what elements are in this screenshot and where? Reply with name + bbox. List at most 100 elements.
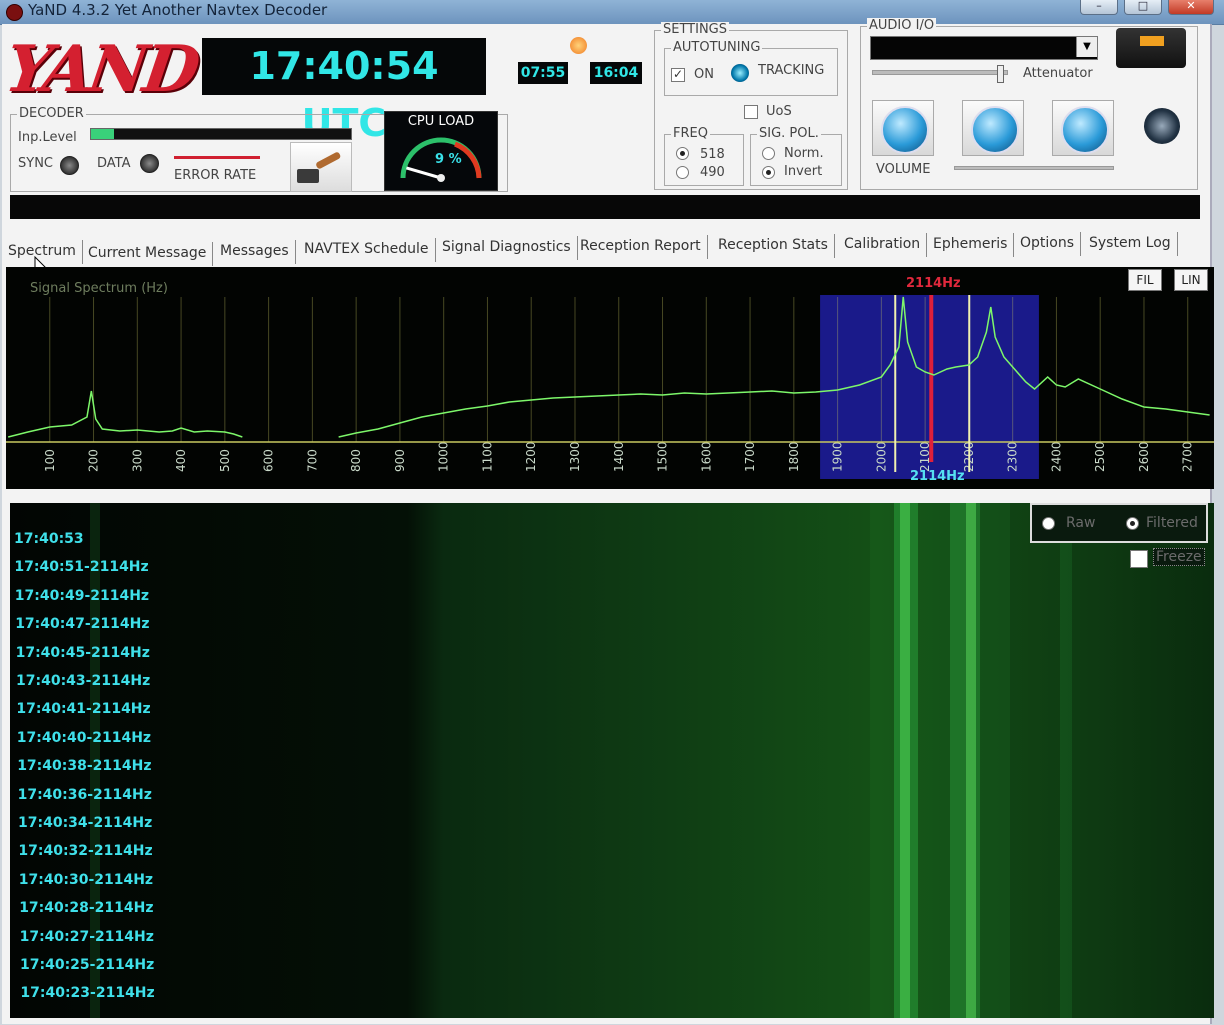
tab-navtex-schedule[interactable]: NAVTEX Schedule xyxy=(304,238,436,262)
waterfall-timestamp: 17:40:34-2114Hz xyxy=(18,815,153,831)
tick-label: 1600 xyxy=(699,441,713,472)
tick-label: 200 xyxy=(87,449,101,472)
freq-490-radio[interactable] xyxy=(676,166,689,179)
raw-radio[interactable] xyxy=(1042,517,1055,530)
sync-led-icon xyxy=(60,156,79,175)
tick-label: 500 xyxy=(218,449,232,472)
cpu-load-gauge: CPU LOAD 9 % xyxy=(384,111,498,191)
freq-518-label: 518 xyxy=(700,147,725,162)
tick-label: 1700 xyxy=(743,441,757,472)
waterfall-timestamp: 17:40:40-2114Hz xyxy=(16,729,152,746)
spectrum-trace xyxy=(8,390,243,438)
app-logo: YAND xyxy=(0,32,201,107)
waterfall-timestamp: 17:40:25-2114Hz xyxy=(20,957,155,973)
attenuator-slider[interactable] xyxy=(872,65,1008,83)
waterfall-timestamp: 17:40:28-2114Hz xyxy=(19,900,154,917)
tick-label: 600 xyxy=(262,449,276,472)
sig-pol-norm-label: Norm. xyxy=(784,146,824,161)
knob-icon xyxy=(1061,106,1109,154)
raw-label: Raw xyxy=(1066,515,1096,531)
waterfall-timestamp: 17:40:45-2114Hz xyxy=(15,644,150,661)
close-button[interactable]: ✕ xyxy=(1168,0,1214,15)
audio-io-title: AUDIO I/O xyxy=(867,18,937,33)
attenuator-slider-thumb[interactable] xyxy=(996,65,1004,83)
lin-button[interactable]: LIN xyxy=(1174,269,1208,291)
app-icon xyxy=(6,4,23,21)
cpu-load-value: 9 % xyxy=(435,152,462,167)
output-knob-button[interactable] xyxy=(1052,100,1114,156)
spectrum-trace xyxy=(338,296,1210,438)
chevron-down-icon[interactable]: ▼ xyxy=(1076,37,1097,57)
freq-518-radio[interactable] xyxy=(676,147,689,160)
waterfall-display: 17:40:53 17:40:51-2114Hz 17:40:49-2114Hz 17… xyxy=(10,503,1214,1018)
autotuning-title: AUTOTUNING xyxy=(671,40,763,55)
tab-ephemeris[interactable]: Ephemeris xyxy=(933,233,1015,257)
waterfall-timestamp: 17:40:32-2114Hz xyxy=(18,843,153,860)
tick-label: 1100 xyxy=(480,441,494,472)
tick-label: 2700 xyxy=(1181,441,1195,472)
uos-label: UoS xyxy=(766,104,792,119)
volume-mute-button[interactable] xyxy=(872,100,934,156)
audio-device-select[interactable]: ▼ xyxy=(870,36,1098,60)
waterfall-timestamp: 17:40:41-2114Hz xyxy=(16,701,151,718)
volume-label: VOLUME xyxy=(876,162,931,177)
settings-title: SETTINGS xyxy=(661,22,730,37)
spectrum-display: 100 200 300 400 500 600 700 800 900 1000 1100 1200 1… xyxy=(6,267,1214,489)
tick-label: 2300 xyxy=(1006,441,1020,472)
attenuator-label: Attenuator xyxy=(1023,66,1093,81)
tick-label: 1400 xyxy=(612,441,626,472)
sig-pol-norm-radio[interactable] xyxy=(762,147,775,160)
spectrum-title: Signal Spectrum (Hz) xyxy=(30,281,168,296)
reset-button[interactable] xyxy=(290,142,352,192)
input-level-fill xyxy=(91,129,115,139)
waterfall-timestamp: 17:40:36-2114Hz xyxy=(17,786,152,803)
data-led-icon xyxy=(140,154,159,173)
tracking-indicator-icon[interactable] xyxy=(731,64,749,82)
tick-label: 1200 xyxy=(524,441,538,472)
tab-calibration[interactable]: Calibration xyxy=(844,233,928,257)
freeze-label: Freeze xyxy=(1153,548,1205,566)
tracking-label: TRACKING xyxy=(758,63,825,78)
uos-checkbox[interactable] xyxy=(744,105,758,119)
filtered-radio[interactable] xyxy=(1126,517,1139,530)
speaker-icon[interactable] xyxy=(1144,108,1180,144)
waterfall-timestamp: 17:40:30-2114Hz xyxy=(18,871,154,888)
tab-system-log[interactable]: System Log xyxy=(1089,232,1178,256)
fil-button[interactable]: FIL xyxy=(1128,269,1162,291)
tab-options[interactable]: Options xyxy=(1020,232,1082,256)
data-label: DATA xyxy=(97,156,131,171)
autotuning-on-checkbox[interactable]: ✓ xyxy=(671,68,685,82)
waterfall-mode-panel: Raw Filtered xyxy=(1030,503,1208,543)
tick-label: 800 xyxy=(349,449,363,472)
tab-signal-diagnostics[interactable]: Signal Diagnostics xyxy=(442,236,578,260)
tick-label: 1800 xyxy=(787,441,801,472)
tab-messages[interactable]: Messages xyxy=(220,240,296,264)
tick-label: 900 xyxy=(393,449,407,472)
minimize-button[interactable]: – xyxy=(1080,0,1118,15)
tick-label: 100 xyxy=(43,449,57,472)
sig-pol-invert-radio[interactable] xyxy=(762,166,775,179)
waterfall-timestamp: 17:40:43-2114Hz xyxy=(16,673,151,689)
sig-pol-title: SIG. POL. xyxy=(757,126,821,141)
tick-label: 2000 xyxy=(874,441,888,472)
tick-label: 700 xyxy=(305,449,319,472)
input-level-label: Inp.Level xyxy=(18,130,77,145)
waterfall-timestamp: 17:40:53 xyxy=(14,531,84,547)
waterfall-timestamp: 17:40:38-2114Hz xyxy=(17,758,152,775)
freeze-checkbox[interactable] xyxy=(1130,550,1148,568)
tab-reception-report[interactable]: Reception Report xyxy=(580,235,708,259)
tab-reception-stats[interactable]: Reception Stats xyxy=(718,234,835,258)
message-strip xyxy=(10,195,1200,219)
tick-label: 2400 xyxy=(1049,441,1063,472)
input-knob-button[interactable] xyxy=(962,100,1024,156)
volume-slider[interactable] xyxy=(954,166,1114,170)
autotuning-on-label: ON xyxy=(694,67,714,82)
radio-receiver-icon xyxy=(1116,28,1186,68)
tick-label: 1900 xyxy=(831,441,845,472)
window-title: YaND 4.3.2 Yet Another Navtex Decoder xyxy=(28,1,328,19)
maximize-button[interactable]: □ xyxy=(1124,0,1162,15)
knob-icon xyxy=(971,106,1019,154)
tick-label: 300 xyxy=(130,449,144,472)
tab-current-message[interactable]: Current Message xyxy=(88,242,214,266)
sunrise-time: 07:55 xyxy=(518,62,568,84)
